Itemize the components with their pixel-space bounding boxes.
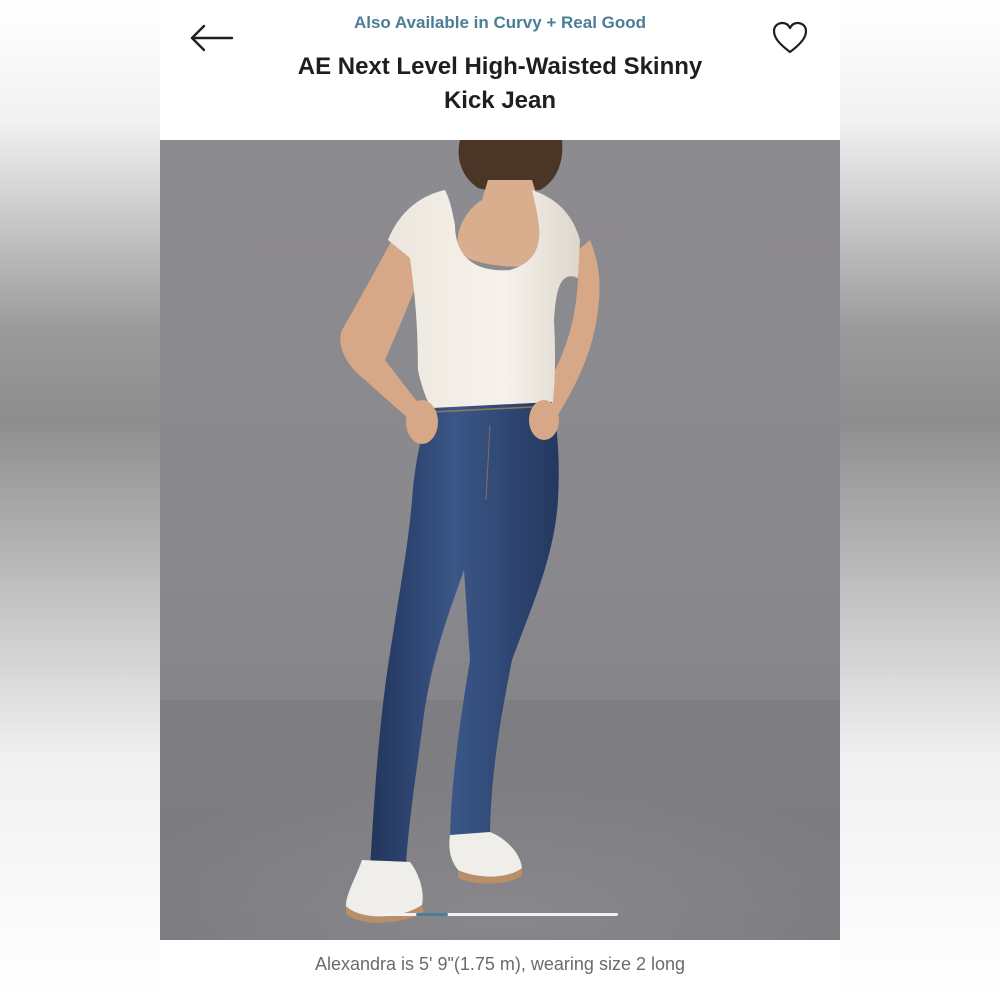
- product-title-line-2: Kick Jean: [443, 87, 557, 114]
- product-image[interactable]: [160, 140, 840, 940]
- product-header: Also Available in Curvy + Real Good AE N…: [160, 0, 840, 140]
- product-title-line-1: AE Next Level High-Waisted Skinny: [297, 53, 703, 80]
- wishlist-button[interactable]: [770, 18, 810, 58]
- product-title: AE Next Level High-Waisted Skinny Kick J…: [260, 50, 740, 118]
- page-frame: Also Available in Curvy + Real Good AE N…: [0, 0, 1000, 1000]
- model-photo: [160, 140, 840, 940]
- product-panel: Also Available in Curvy + Real Good AE N…: [160, 0, 840, 1000]
- model-size-caption: Alexandra is 5' 9"(1.75 m), wearing size…: [314, 954, 685, 974]
- image-carousel-indicator[interactable]: [380, 913, 618, 916]
- also-available-link[interactable]: Also Available in Curvy + Real Good: [160, 13, 840, 33]
- heart-outline-icon: [772, 21, 808, 54]
- carousel-active-segment: [416, 913, 448, 916]
